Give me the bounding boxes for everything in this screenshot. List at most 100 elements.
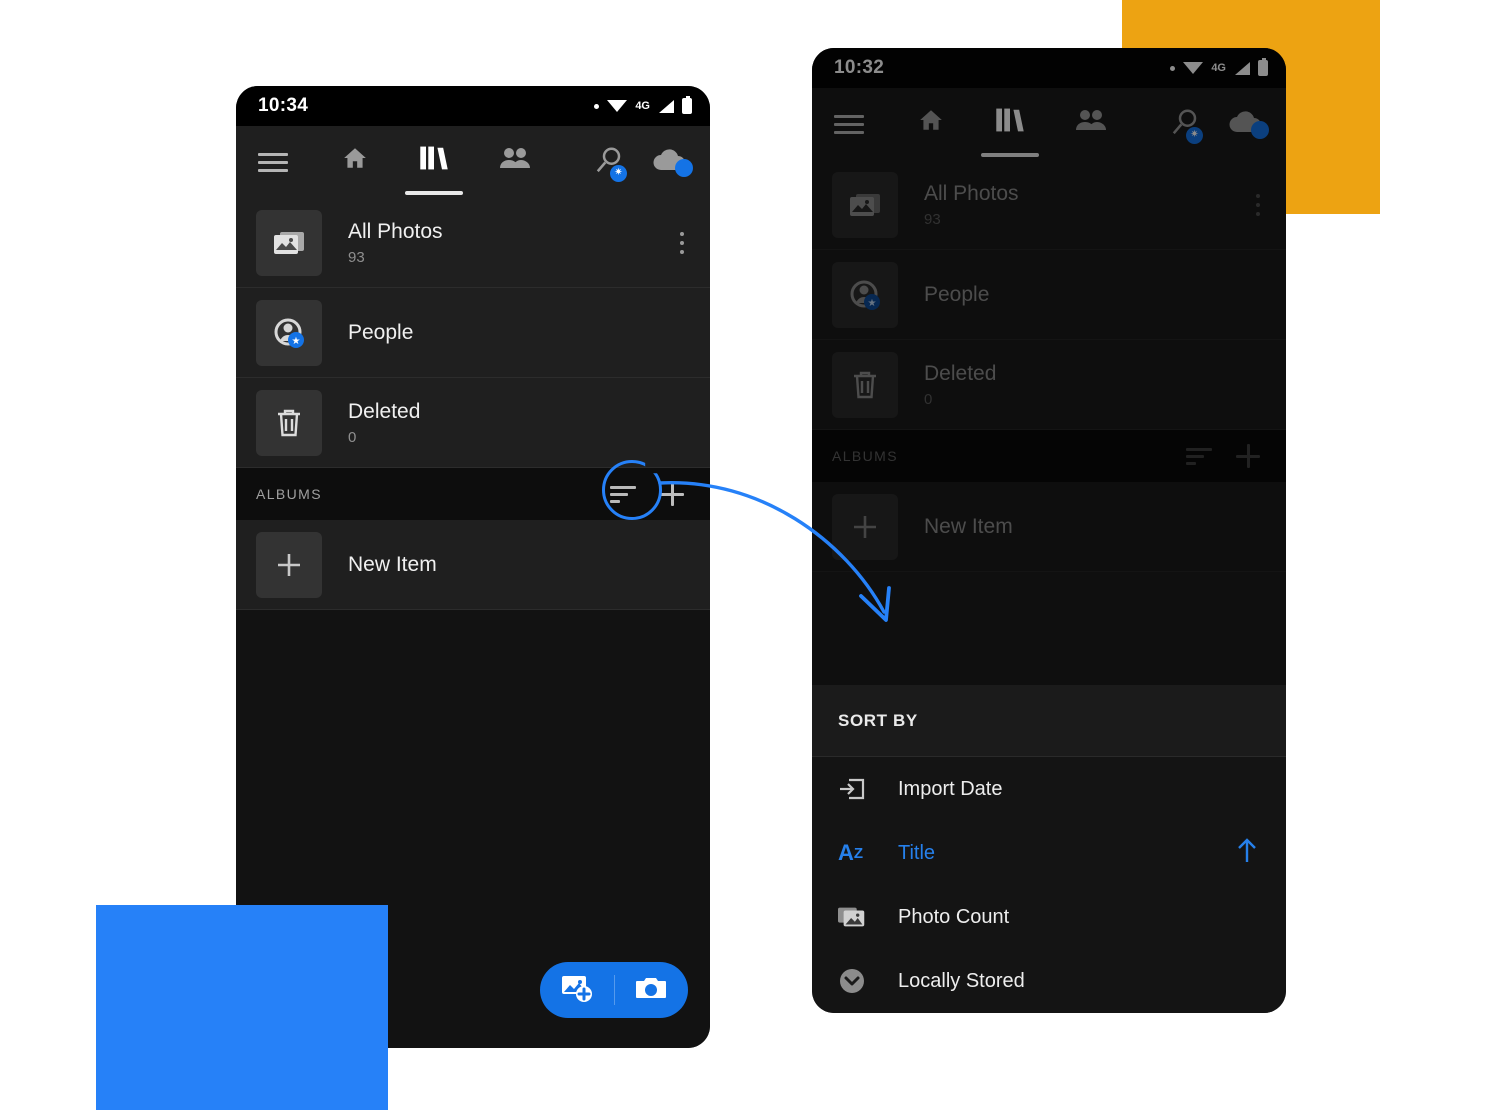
status-clock: 10:34	[258, 95, 309, 116]
list-item-text: Deleted 0	[348, 399, 420, 445]
battery-icon	[682, 96, 692, 114]
toolbar-tabs	[916, 106, 1108, 157]
import-icon	[838, 776, 880, 802]
network-label: 4G	[635, 100, 650, 112]
toolbar-right-actions: ✷	[594, 145, 693, 182]
list-item-new-item[interactable]: New Item	[812, 482, 1286, 572]
photos-stack-icon	[838, 904, 880, 930]
sort-option-locally-stored[interactable]: Locally Stored	[812, 949, 1286, 1013]
list-item-text: Deleted 0	[924, 361, 996, 407]
list-item-title: People	[348, 320, 414, 344]
tab-shared[interactable]	[1074, 107, 1108, 142]
photos-stack-icon	[832, 171, 898, 238]
decorative-blue-block	[96, 905, 388, 1110]
plus-icon[interactable]	[660, 482, 684, 506]
sort-option-label: Locally Stored	[898, 969, 1025, 992]
list-item-title: New Item	[924, 514, 1013, 538]
list-item-text: People	[924, 282, 989, 307]
status-bar-left: 10:34 4G	[236, 86, 710, 126]
list-item-text: New Item	[348, 552, 437, 577]
svg-text:★: ★	[292, 336, 301, 347]
app-toolbar-left: ✷	[236, 126, 710, 198]
home-icon	[916, 107, 946, 133]
people-icon	[498, 145, 532, 171]
arrow-up-icon[interactable]	[1234, 837, 1260, 870]
sort-option-label: Title	[898, 841, 936, 864]
list-item-deleted[interactable]: Deleted 0	[812, 340, 1286, 430]
download-circle-icon	[838, 967, 880, 995]
dot-icon	[1170, 65, 1176, 71]
camera-icon	[635, 974, 667, 1007]
tab-library[interactable]	[981, 106, 1039, 157]
hamburger-icon[interactable]	[834, 114, 864, 134]
tab-home[interactable]	[916, 107, 946, 142]
toolbar-tabs	[340, 144, 532, 195]
camera-button[interactable]	[615, 974, 689, 1007]
fab-group	[540, 962, 688, 1018]
plus-icon	[256, 531, 322, 598]
wifi-icon	[607, 99, 628, 113]
tab-library[interactable]	[405, 144, 463, 195]
section-label: ALBUMS	[256, 486, 322, 502]
list-item-title: All Photos	[348, 220, 443, 244]
sort-option-photo-count[interactable]: Photo Count	[812, 885, 1286, 949]
trash-icon	[832, 351, 898, 418]
list-item-title: All Photos	[924, 182, 1019, 206]
list-item-new-item[interactable]: New Item	[236, 520, 710, 610]
battery-icon	[1258, 58, 1268, 76]
list-item-title: People	[924, 282, 990, 306]
people-icon	[1074, 107, 1108, 133]
sort-option-title[interactable]: AZ Title	[812, 821, 1286, 885]
app-toolbar-right: ✷	[812, 88, 1286, 160]
sort-option-label: Photo Count	[898, 905, 1010, 928]
status-icons: 4G	[594, 96, 692, 114]
sort-option-label: Import Date	[898, 777, 1003, 800]
list-item-count: 0	[924, 390, 933, 408]
list-item-all-photos[interactable]: All Photos 93	[236, 198, 710, 288]
search-button[interactable]: ✷	[1170, 107, 1203, 144]
cloud-sync-badge-icon	[1251, 120, 1269, 139]
list-item-people[interactable]: ★ People	[236, 288, 710, 378]
list-item-title: Deleted	[924, 362, 997, 386]
person-star-icon: ★	[256, 299, 322, 366]
status-bar-right: 10:32 4G	[812, 48, 1286, 88]
plus-icon[interactable]	[1236, 444, 1260, 468]
toolbar-right-actions: ✷	[1170, 107, 1269, 144]
books-icon	[994, 106, 1026, 134]
tab-home[interactable]	[340, 145, 370, 180]
network-label: 4G	[1211, 62, 1226, 74]
sort-icon[interactable]	[1186, 447, 1212, 465]
cloud-sync-badge-icon	[675, 158, 693, 177]
list-item-deleted[interactable]: Deleted 0	[236, 378, 710, 468]
list-item-count: 0	[348, 428, 357, 446]
search-button[interactable]: ✷	[594, 145, 627, 182]
sort-option-import-date[interactable]: Import Date	[812, 757, 1286, 821]
cloud-button[interactable]	[652, 147, 693, 178]
overflow-menu-icon[interactable]	[680, 231, 690, 254]
person-star-icon: ★	[832, 261, 898, 328]
phone-left: 10:34 4G ✷ All Photos 93 ★ People Delete…	[236, 86, 710, 1048]
overflow-menu-icon[interactable]	[1256, 193, 1266, 216]
svg-text:★: ★	[868, 298, 877, 309]
list-item-count: 93	[348, 248, 365, 266]
az-icon: AZ	[838, 840, 864, 865]
wifi-icon	[1183, 61, 1204, 75]
books-icon	[418, 144, 450, 172]
phone-right: 10:32 4G ✷ All Photos 93 ★ People Delete…	[812, 48, 1286, 1013]
list-item-text: People	[348, 320, 413, 345]
hamburger-icon[interactable]	[258, 152, 288, 172]
section-header-albums: ALBUMS	[812, 430, 1286, 482]
list-item-text: All Photos 93	[924, 181, 1019, 227]
cloud-button[interactable]	[1228, 109, 1269, 140]
photos-stack-icon	[256, 209, 322, 276]
library-list-right: All Photos 93 ★ People Deleted 0 ALBUMS …	[812, 160, 1286, 572]
list-item-text: All Photos 93	[348, 219, 443, 265]
list-item-people[interactable]: ★ People	[812, 250, 1286, 340]
list-item-text: New Item	[924, 514, 1013, 539]
tab-shared[interactable]	[498, 145, 532, 180]
add-photo-button[interactable]	[540, 973, 614, 1008]
list-item-all-photos[interactable]: All Photos 93	[812, 160, 1286, 250]
sort-by-heading: SORT BY	[812, 685, 1286, 757]
section-actions	[1186, 444, 1266, 468]
list-item-title: New Item	[348, 552, 437, 576]
